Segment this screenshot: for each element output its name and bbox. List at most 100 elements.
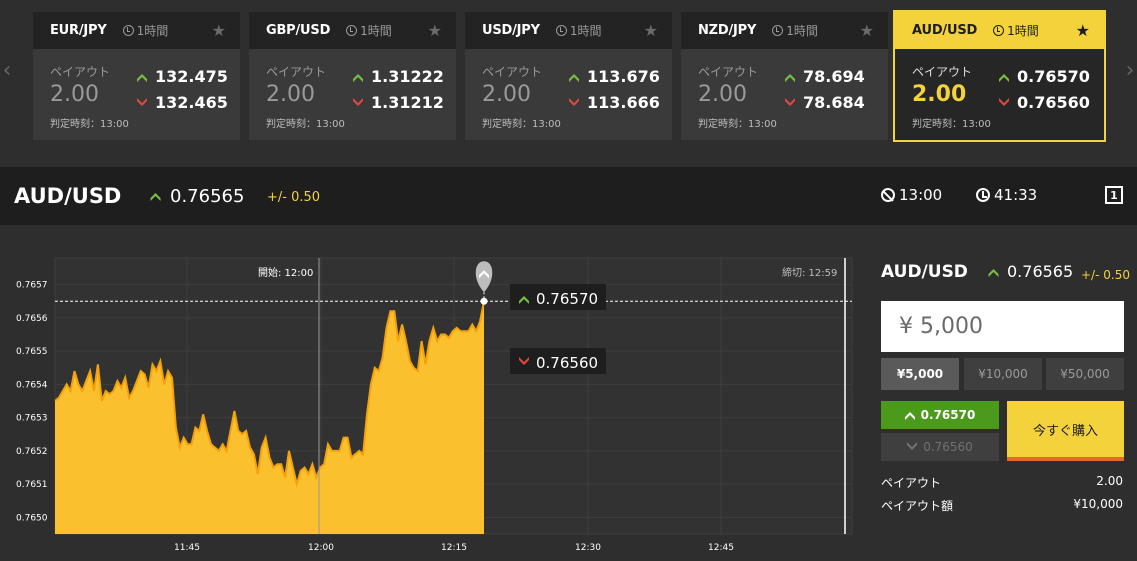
arrow-up-icon [150, 193, 161, 201]
arrow-up-icon [904, 412, 915, 420]
arrow-up-icon [353, 73, 363, 82]
rate-up: 0.76570 [999, 67, 1090, 86]
y-tick-label: 0.7654 [16, 380, 48, 390]
rate-up: 113.676 [569, 67, 660, 86]
low-button[interactable]: 0.76560 [881, 433, 999, 461]
judge-time: 判定時刻：13:00 [912, 119, 991, 130]
buy-now-button[interactable]: 今すぐ購入 [1007, 401, 1124, 461]
payout-label: ペイアウト [881, 476, 942, 490]
payout-label: ペイアウト [482, 65, 543, 79]
down-tag: 0.76560 [510, 348, 606, 374]
card-body: ペイアウト 2.00 判定時刻：13:00 132.475 132.465 [33, 49, 240, 140]
price-chart[interactable]: 0.7650 0.7651 0.7652 0.7653 0.7654 0.7655 0.76… [0, 225, 868, 561]
down-tag-value: 0.76560 [536, 354, 598, 372]
y-tick-label: 0.7657 [16, 281, 48, 291]
arrow-down-icon [353, 97, 363, 106]
amount-5000-button[interactable]: ¥5,000 [881, 358, 959, 390]
pair-rate: 0.76565 [150, 186, 244, 207]
payout-label: ペイアウト [698, 65, 759, 79]
card-body: ペイアウト 2.00 判定時刻：13:00 0.76570 0.76560 [895, 49, 1104, 140]
payout-label: ペイアウト [266, 65, 327, 79]
star-icon[interactable]: ★ [1076, 21, 1090, 40]
amount-50000-button[interactable]: ¥50,000 [1046, 358, 1124, 390]
card-period-wrap: 1時間 [772, 22, 818, 39]
card-period-wrap: 1時間 [555, 22, 602, 39]
asset-card-nzdjpy[interactable]: NZD/JPY 1時間 ★ ペイアウト 2.00 判定時刻：13:00 78.6… [681, 12, 888, 140]
rate-down: 78.684 [785, 93, 865, 112]
card-pair: USD/JPY [482, 23, 540, 38]
payout-value: 2.00 [50, 82, 99, 107]
card-header: AUD/USD 1時間 ★ [895, 12, 1104, 49]
asset-card-usdjpy[interactable]: USD/JPY 1時間 ★ ペイアウト 2.00 判定時刻：13:00 113.… [465, 12, 672, 140]
arrow-down-icon [785, 97, 795, 106]
rate-down: 113.666 [569, 93, 660, 112]
rate-down-value: 1.31212 [371, 93, 444, 112]
payout-value: 2.00 [698, 82, 747, 107]
star-icon[interactable]: ★ [860, 21, 874, 40]
payout-value: 2.00 [912, 82, 967, 107]
high-button-label: 0.76570 [920, 408, 976, 422]
payout-value: 2.00 [482, 82, 531, 107]
chart-area: 0.7650 0.7651 0.7652 0.7653 0.7654 0.7655 0.76… [0, 225, 868, 561]
asset-card-gbpusd[interactable]: GBP/USD 1時間 ★ ペイアウト 2.00 判定時刻：13:00 1.31… [249, 12, 456, 140]
high-button[interactable]: 0.76570 [881, 401, 999, 429]
asset-card-eurjpy[interactable]: EUR/JPY 1時間 ★ ペイアウト 2.00 判定時刻：13:00 132.… [33, 12, 240, 140]
rate-down-value: 0.76560 [1017, 93, 1090, 112]
up-tag-value: 0.76570 [536, 290, 598, 308]
arrow-up-icon [988, 268, 999, 277]
clock-icon [993, 25, 1005, 36]
arrow-down-icon [999, 97, 1009, 106]
amount-10000-button[interactable]: ¥10,000 [964, 358, 1042, 390]
asset-card-audusd[interactable]: AUD/USD 1時間 ★ ペイアウト 2.00 判定時刻：13:00 0.76… [893, 10, 1106, 142]
y-tick-label: 0.7652 [16, 447, 48, 457]
card-period: 1時間 [136, 24, 169, 38]
y-tick-label: 0.7650 [16, 513, 48, 523]
arrow-up-icon [137, 73, 147, 82]
rate-down-value: 78.684 [803, 93, 865, 112]
y-tick-label: 0.7651 [16, 480, 48, 490]
arrow-up-icon [569, 73, 579, 82]
remaining-value: 41:33 [994, 186, 1038, 204]
judge-time-meta: 13:00 [881, 186, 942, 204]
x-tick-label: 12:00 [308, 543, 334, 553]
payout-value: 2.00 [1096, 474, 1123, 488]
carousel-prev-icon[interactable]: ‹ [0, 58, 14, 83]
rate-down-value: 113.666 [587, 93, 660, 112]
x-tick-label: 12:15 [441, 543, 467, 553]
history-icon [976, 188, 990, 202]
y-tick-label: 0.7655 [16, 347, 48, 357]
arrow-up-icon [785, 73, 795, 82]
card-pair: GBP/USD [266, 23, 331, 38]
rate-up-value: 132.475 [155, 67, 228, 86]
card-header: USD/JPY 1時間 ★ [465, 12, 672, 49]
x-tick-label: 11:45 [174, 543, 200, 553]
asset-carousel: ‹ › EUR/JPY 1時間 ★ ペイアウト 2.00 判定時刻：13:00 … [0, 0, 1137, 167]
arrow-down-icon [907, 442, 918, 450]
amount-input[interactable] [881, 301, 1124, 352]
layout-toggle-icon[interactable]: 1 [1105, 186, 1123, 204]
rate-down: 1.31212 [353, 93, 444, 112]
no-entry-icon [881, 188, 895, 202]
close-label: 締切: 12:59 [782, 266, 837, 279]
order-change: +/- 0.50 [1081, 268, 1130, 282]
judge-time: 判定時刻：13:00 [698, 119, 777, 130]
rate-up-value: 78.694 [803, 67, 865, 86]
clock-icon [555, 25, 567, 36]
payout-value: 2.00 [266, 82, 315, 107]
payout-label: ペイアウト [912, 65, 973, 79]
card-period-wrap: 1時間 [122, 22, 169, 39]
y-tick-labels: 0.7650 0.7651 0.7652 0.7653 0.7654 0.7655 0.76… [16, 281, 48, 524]
star-icon[interactable]: ★ [428, 21, 442, 40]
start-label: 開始: 12:00 [258, 266, 313, 279]
carousel-next-icon[interactable]: › [1123, 58, 1137, 83]
star-icon[interactable]: ★ [212, 21, 226, 40]
x-tick-label: 12:45 [708, 543, 734, 553]
arrow-down-icon [137, 97, 147, 106]
rate-up: 1.31222 [353, 67, 444, 86]
y-tick-label: 0.7656 [16, 314, 48, 324]
rate-up-value: 0.76570 [1017, 67, 1090, 86]
card-period: 1時間 [569, 24, 602, 38]
star-icon[interactable]: ★ [644, 21, 658, 40]
arrow-up-icon [999, 73, 1009, 82]
rate-up-value: 1.31222 [371, 67, 444, 86]
